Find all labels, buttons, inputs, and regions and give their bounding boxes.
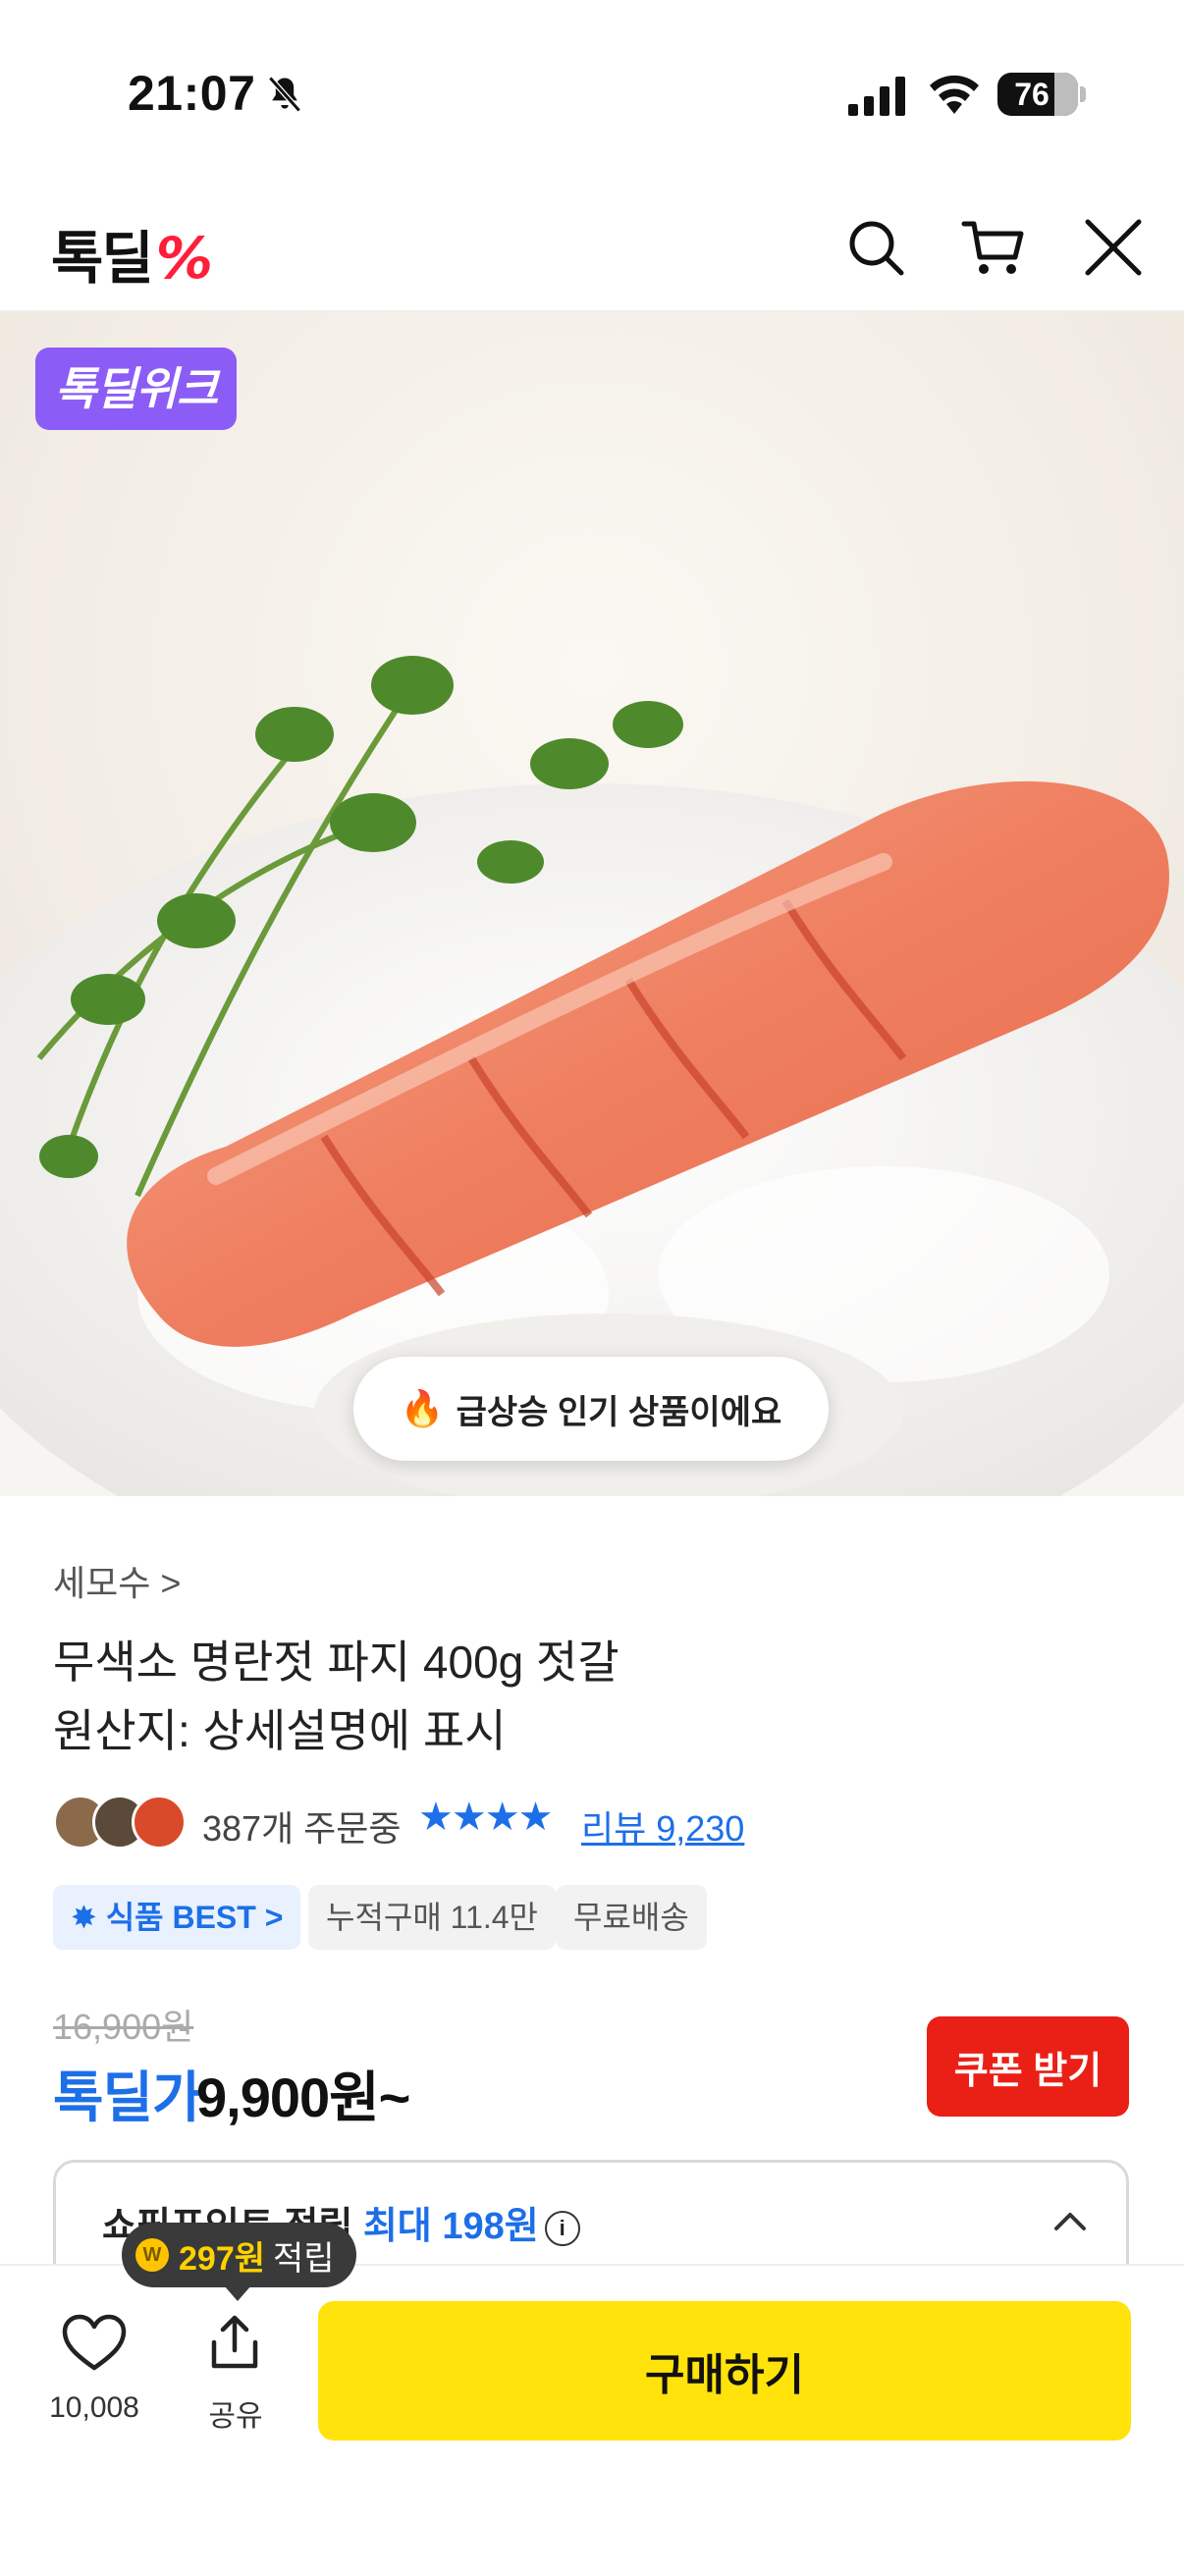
- chevron-up-icon[interactable]: [1050, 2207, 1090, 2236]
- original-price: 16,900원: [53, 2007, 194, 2047]
- avatar: [132, 1795, 187, 1850]
- cumulative-purchase-chip: 누적구매 11.4만: [308, 1885, 556, 1950]
- brand-link[interactable]: 세모수 >: [53, 1555, 181, 1606]
- cart-icon[interactable]: [960, 214, 1027, 281]
- mentaiko-rice-illustration: [0, 312, 1184, 1496]
- tooltip-tail: [224, 2285, 251, 2301]
- product-title: 무색소 명란젓 파지 400g 젓갈 원산지: 상세설명에 표시: [53, 1628, 619, 1765]
- order-count: 387개 주문중: [202, 1808, 402, 1849]
- status-time: 21:07: [128, 66, 256, 121]
- info-icon[interactable]: i: [544, 2210, 580, 2246]
- buyer-avatars: [53, 1795, 190, 1852]
- product-origin-line: 원산지: 상세설명에 표시: [53, 1705, 507, 1756]
- share-label: 공유: [208, 2400, 263, 2433]
- cellular-signal-icon: [848, 77, 905, 116]
- points-tooltip: W 297원 적립: [122, 2223, 356, 2287]
- deal-price: 9,900원~: [196, 2066, 410, 2128]
- food-best-chip[interactable]: ✸ 식품 BEST >: [53, 1885, 301, 1950]
- talkdeal-week-badge: 톡딜위크: [35, 348, 238, 430]
- free-shipping-chip: 무료배송: [556, 1885, 707, 1950]
- buy-button[interactable]: 구매하기: [318, 2301, 1131, 2441]
- fire-icon: 🔥: [400, 1388, 445, 1428]
- battery-indicator: 76: [997, 73, 1078, 116]
- battery-tip: [1080, 86, 1086, 102]
- like-count: 10,008: [49, 2391, 139, 2424]
- tooltip-amount: 297원: [179, 2239, 266, 2278]
- get-coupon-button[interactable]: 쿠폰 받기: [927, 2016, 1129, 2117]
- badge-star-icon: ✸: [71, 1900, 106, 1935]
- product-title-line1: 무색소 명란젓 파지 400g 젓갈: [53, 1637, 619, 1688]
- rating-stars-icon: ★★★★: [418, 1796, 553, 1839]
- silent-bell-icon: [268, 76, 301, 113]
- trending-text: 급상승 인기 상품이에요: [456, 1393, 782, 1431]
- search-icon[interactable]: [842, 214, 909, 281]
- share-icon[interactable]: [206, 2313, 263, 2372]
- heart-icon[interactable]: [61, 2313, 128, 2374]
- trending-label: 🔥 급상승 인기 상품이에요: [353, 1357, 829, 1461]
- deal-price-label: 톡딜가: [53, 2066, 203, 2128]
- review-link[interactable]: 리뷰 9,230: [581, 1800, 744, 1852]
- close-icon[interactable]: [1080, 214, 1147, 281]
- wifi-icon: [930, 75, 979, 114]
- product-hero-image[interactable]: [0, 312, 1184, 1496]
- app-logo[interactable]: 톡딜%: [51, 212, 213, 295]
- tooltip-suffix: 적립: [273, 2239, 335, 2278]
- coin-icon: W: [135, 2238, 169, 2272]
